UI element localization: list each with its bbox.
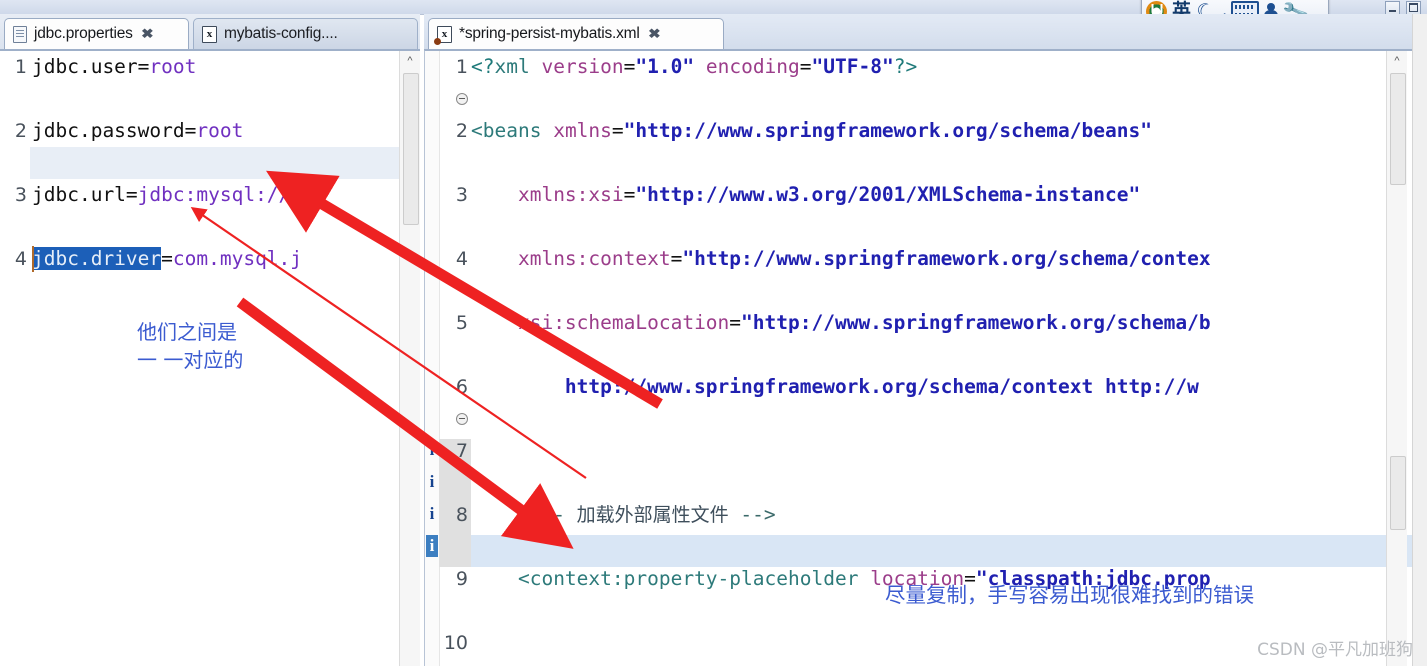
xml-file-icon: x	[202, 25, 217, 43]
line-number: 3	[14, 184, 27, 206]
annotation-note-left-line2: 一 一对应的	[137, 348, 244, 372]
line-content: xmlns:context="http://www.springframewor…	[517, 247, 1211, 270]
prop-value: root	[196, 119, 244, 142]
code-line[interactable]: 5 xsi:schemaLocation="http://www.springf…	[425, 307, 1427, 339]
code-line[interactable]: 6 http://www.springframework.org/schema/…	[425, 371, 1427, 403]
line-content: jdbc.user=root	[32, 51, 196, 83]
prop-eq: =	[161, 247, 173, 270]
prop-eq: =	[125, 183, 138, 206]
line-content: http://www.springframework.org/schema/co…	[564, 375, 1199, 398]
prop-value: jdbc:mysql://]	[137, 183, 303, 206]
tab-label: mybatis-config....	[224, 25, 338, 42]
screenshot-root: 英 ☾ ˌ, 🔧 jdbc.properties ✖ x mybatis-con…	[0, 0, 1427, 666]
right-tab-bar: x *spring-persist-mybatis.xml ✖	[424, 14, 1427, 50]
selected-text: jdbc.driver	[32, 247, 162, 270]
line-number: 1	[455, 56, 468, 78]
line-number: 5	[455, 312, 468, 334]
line-content: jdbc.password=root	[32, 115, 243, 147]
scroll-thumb[interactable]	[403, 73, 419, 225]
code-line[interactable]: 2 <beans xmlns="http://www.springframewo…	[425, 115, 1427, 147]
line-number: 3	[455, 184, 468, 206]
left-tab-bar: jdbc.properties ✖ x mybatis-config....	[0, 14, 420, 50]
line-content: <?xml version="1.0" encoding="UTF-8"?>	[471, 55, 918, 78]
code-line[interactable]: 7	[425, 435, 1427, 467]
prop-value: root	[149, 55, 197, 78]
code-line[interactable]: 1 <?xml version="1.0" encoding="UTF-8"?>	[425, 51, 1427, 83]
code-line[interactable]: 3 jdbc.url=jdbc:mysql://]	[0, 179, 420, 211]
line-number: 6	[455, 376, 468, 398]
line-number: 8	[455, 504, 468, 526]
line-number: 10	[443, 632, 468, 654]
code-line[interactable]: 4 xmlns:context="http://www.springframew…	[425, 243, 1427, 275]
tab-label: *spring-persist-mybatis.xml	[459, 25, 640, 42]
code-line[interactable]: 2 jdbc.password=root	[0, 115, 420, 147]
code-line[interactable]: 3 xmlns:xsi="http://www.w3.org/2001/XMLS…	[425, 179, 1427, 211]
restore-button[interactable]	[1406, 1, 1421, 15]
prop-key: jdbc.user	[32, 55, 138, 78]
prop-eq: =	[137, 55, 150, 78]
tab-spring-persist-mybatis[interactable]: x *spring-persist-mybatis.xml ✖	[428, 18, 724, 49]
code-line[interactable]: 1 jdbc.user=root	[0, 51, 420, 83]
right-code-rows: 1 <?xml version="1.0" encoding="UTF-8"?>…	[425, 51, 1427, 666]
code-line[interactable]: 8 <!-- 加载外部属性文件 -->	[425, 499, 1427, 531]
line-number: 2	[455, 120, 468, 142]
line-number: 4	[455, 248, 468, 270]
prop-key: jdbc.url	[32, 183, 126, 206]
properties-file-icon	[13, 25, 27, 43]
tab-mybatis-config[interactable]: x mybatis-config....	[193, 18, 418, 49]
line-content: <!-- 加载外部属性文件 -->	[517, 503, 776, 526]
prop-value: com.mysql.j	[172, 247, 303, 270]
line-content: jdbc.driver=com.mysql.j	[32, 243, 302, 275]
scroll-thumb[interactable]	[1390, 73, 1406, 185]
line-content: xmlns:xsi="http://www.w3.org/2001/XMLSch…	[517, 183, 1141, 206]
annotation-note-left-line1: 他们之间是	[137, 320, 237, 344]
left-code-rows: 1 jdbc.user=root 2 jdbc.password=root 3 …	[0, 51, 420, 272]
line-content: xsi:schemaLocation="http://www.springfra…	[517, 311, 1211, 334]
close-icon[interactable]: ✖	[648, 26, 661, 42]
close-icon[interactable]: ✖	[141, 26, 154, 42]
code-line-selected[interactable]: 4 jdbc.driver=com.mysql.j	[0, 243, 420, 275]
annotation-note-left: 他们之间是一 一对应的	[137, 318, 243, 374]
annotation-note-bottom: 尽量复制，手写容易出现很难找到的错误	[885, 583, 1254, 607]
tab-jdbc-properties[interactable]: jdbc.properties ✖	[4, 18, 189, 49]
right-code-area[interactable]: i i i i 1 <?xml version="1.0" encoding="…	[424, 50, 1427, 666]
scroll-thumb-overview[interactable]	[1390, 456, 1406, 530]
right-vertical-scrollbar[interactable]: ^	[1386, 51, 1407, 666]
left-vertical-scrollbar[interactable]: ^	[399, 51, 420, 666]
line-number: 2	[14, 120, 27, 142]
line-content: <beans xmlns="http://www.springframework…	[471, 119, 1152, 142]
right-editor-pane: x *spring-persist-mybatis.xml ✖ i i i i	[424, 14, 1427, 666]
minimize-button[interactable]	[1385, 1, 1400, 15]
line-number: 4	[14, 248, 27, 270]
line-number: 1	[14, 56, 27, 78]
prop-key: jdbc.password	[32, 119, 185, 142]
line-number: 9	[455, 568, 468, 590]
watermark: CSDN @平凡加班狗	[1257, 640, 1413, 660]
text-caret	[32, 246, 34, 272]
tab-label: jdbc.properties	[34, 25, 133, 42]
window-scrollbar[interactable]	[1412, 14, 1427, 666]
xml-file-icon: x	[434, 25, 452, 45]
line-content: jdbc.url=jdbc:mysql://]	[32, 179, 302, 211]
prop-eq: =	[184, 119, 197, 142]
scroll-up-icon[interactable]: ^	[1387, 51, 1407, 71]
scroll-up-icon[interactable]: ^	[400, 51, 420, 71]
line-number: 7	[455, 440, 468, 462]
